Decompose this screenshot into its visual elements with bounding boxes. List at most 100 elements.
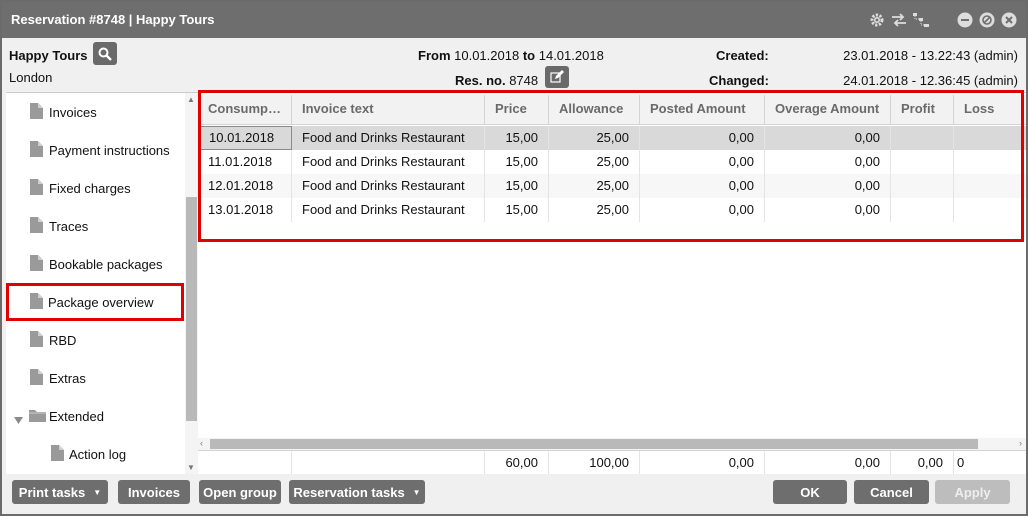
open-group-button[interactable]: Open group <box>199 480 281 504</box>
column-header-overage-amount[interactable]: Overage Amount <box>765 95 891 125</box>
column-header-profit[interactable]: Profit <box>891 95 954 125</box>
customer-city: London <box>9 70 53 85</box>
footer-toolbar: Print tasks ▼ Invoices Open group Reserva… <box>2 474 1026 514</box>
sidebar-item-fixed-charges[interactable]: Fixed charges <box>6 169 184 207</box>
column-header-price[interactable]: Price <box>485 95 549 125</box>
table-row[interactable]: 13.01.2018 Food and Drinks Restaurant 15… <box>198 198 1026 222</box>
sidebar-item-label: Payment instructions <box>49 143 170 158</box>
cell-allowance[interactable]: 25,00 <box>549 198 640 222</box>
print-tasks-button[interactable]: Print tasks ▼ <box>12 480 108 504</box>
sidebar-item-label: Fixed charges <box>49 181 131 196</box>
scroll-down-icon[interactable]: ▼ <box>187 463 195 472</box>
column-header-invoice-text[interactable]: Invoice text <box>292 95 485 125</box>
total-allowance: 100,00 <box>549 451 640 475</box>
dropdown-caret-icon: ▼ <box>412 487 421 497</box>
cell-profit[interactable] <box>891 174 954 198</box>
sidebar-item-bookable-packages[interactable]: Bookable packages <box>6 245 184 283</box>
sidebar-scroll-thumb[interactable] <box>186 197 197 421</box>
cell-invoice-text[interactable]: Food and Drinks Restaurant <box>292 126 485 150</box>
cell-posted-amount[interactable]: 0,00 <box>640 198 765 222</box>
cell-posted-amount[interactable]: 0,00 <box>640 126 765 150</box>
scroll-up-icon[interactable]: ▲ <box>187 95 195 104</box>
sidebar-item-label: Package overview <box>48 295 154 310</box>
reservation-tasks-button[interactable]: Reservation tasks ▼ <box>289 480 425 504</box>
cell-price[interactable]: 15,00 <box>485 198 549 222</box>
cell-posted-amount[interactable]: 0,00 <box>640 150 765 174</box>
block-icon[interactable] <box>978 11 996 29</box>
column-header-posted-amount[interactable]: Posted Amount <box>640 95 765 125</box>
reservation-header: Happy Tours London From 10.01.2018 to 14… <box>2 38 1026 92</box>
cell-profit[interactable] <box>891 150 954 174</box>
sidebar-item-package-overview[interactable]: Package overview <box>6 283 184 321</box>
cell-loss[interactable] <box>954 126 1026 150</box>
total-loss: 0 <box>957 455 965 470</box>
cancel-button[interactable]: Cancel <box>854 480 929 504</box>
scroll-right-icon[interactable]: › <box>1019 438 1022 448</box>
sidebar-item-payment-instructions[interactable]: Payment instructions <box>6 131 184 169</box>
cell-allowance[interactable]: 25,00 <box>549 126 640 150</box>
document-icon <box>30 141 43 160</box>
cell-posted-amount[interactable]: 0,00 <box>640 174 765 198</box>
cell-profit[interactable] <box>891 198 954 222</box>
reservation-tasks-label: Reservation tasks <box>293 484 405 500</box>
cell-price[interactable]: 15,00 <box>485 174 549 198</box>
sidebar: Invoices Payment instructions Fixed char… <box>6 92 198 475</box>
sidebar-item-extras[interactable]: Extras <box>6 359 184 397</box>
tree-structure-icon[interactable] <box>912 11 930 29</box>
column-header-loss[interactable]: Loss <box>954 95 1026 125</box>
sidebar-item-action-log[interactable]: Action log <box>6 435 184 473</box>
cell-invoice-text[interactable]: Food and Drinks Restaurant <box>292 174 485 198</box>
edit-icon[interactable] <box>545 66 569 88</box>
table-row[interactable]: 11.01.2018 Food and Drinks Restaurant 15… <box>198 150 1026 174</box>
table-row[interactable]: 12.01.2018 Food and Drinks Restaurant 15… <box>198 174 1026 198</box>
cell-invoice-text[interactable]: Food and Drinks Restaurant <box>292 150 485 174</box>
table-row[interactable]: 10.01.2018 Food and Drinks Restaurant 15… <box>198 126 1026 150</box>
cell-consumption[interactable]: 11.01.2018 <box>198 150 292 174</box>
cell-loss[interactable] <box>954 198 1026 222</box>
invoices-button[interactable]: Invoices <box>118 480 190 504</box>
print-tasks-label: Print tasks <box>18 484 86 500</box>
package-overview-table: Consump… Invoice text Price Allowance Po… <box>198 92 1026 475</box>
cell-allowance[interactable]: 25,00 <box>549 174 640 198</box>
cell-price[interactable]: 15,00 <box>485 126 549 150</box>
date-range: From 10.01.2018 to 14.01.2018 <box>418 48 604 63</box>
cell-consumption[interactable]: 12.01.2018 <box>198 174 292 198</box>
ok-button[interactable]: OK <box>773 480 847 504</box>
totals-row: 60,00 100,00 0,00 0,00 0,00 0 <box>198 450 1026 475</box>
table-horizontal-scrollbar[interactable]: ‹ › <box>198 438 1026 450</box>
swap-arrows-icon[interactable] <box>890 11 908 29</box>
expand-triangle-icon[interactable] <box>14 412 23 427</box>
search-icon[interactable] <box>93 42 117 65</box>
cell-consumption[interactable]: 10.01.2018 <box>198 126 292 150</box>
minimize-icon[interactable] <box>956 11 974 29</box>
cell-profit[interactable] <box>891 126 954 150</box>
cell-overage-amount[interactable]: 0,00 <box>765 198 891 222</box>
folder-icon <box>29 409 46 425</box>
document-icon <box>51 445 64 464</box>
cell-price[interactable]: 15,00 <box>485 150 549 174</box>
cell-overage-amount[interactable]: 0,00 <box>765 150 891 174</box>
cell-overage-amount[interactable]: 0,00 <box>765 174 891 198</box>
sidebar-item-extended[interactable]: Extended <box>6 397 184 435</box>
table-scroll-thumb[interactable] <box>210 439 978 449</box>
cell-allowance[interactable]: 25,00 <box>549 150 640 174</box>
sidebar-item-label: Bookable packages <box>49 257 163 272</box>
total-posted-amount: 0,00 <box>640 451 765 475</box>
total-overage-amount: 0,00 <box>765 451 891 475</box>
cell-consumption[interactable]: 13.01.2018 <box>198 198 292 222</box>
sidebar-item-rbd[interactable]: RBD <box>6 321 184 359</box>
close-icon[interactable] <box>1000 11 1018 29</box>
column-header-allowance[interactable]: Allowance <box>549 95 640 125</box>
cell-loss[interactable] <box>954 150 1026 174</box>
cell-invoice-text[interactable]: Food and Drinks Restaurant <box>292 198 485 222</box>
cell-overage-amount[interactable]: 0,00 <box>765 126 891 150</box>
sidebar-item-invoices[interactable]: Invoices <box>6 93 184 131</box>
scroll-left-icon[interactable]: ‹ <box>200 438 203 448</box>
gear-icon[interactable] <box>868 11 886 29</box>
sidebar-item-traces[interactable]: Traces <box>6 207 184 245</box>
column-header-consumption[interactable]: Consump… <box>198 95 292 125</box>
apply-button[interactable]: Apply <box>935 480 1010 504</box>
window-title: Reservation #8748 | Happy Tours <box>11 12 215 27</box>
sidebar-scrollbar[interactable]: ▲ ▼ <box>185 93 198 475</box>
cell-loss[interactable] <box>954 174 1026 198</box>
